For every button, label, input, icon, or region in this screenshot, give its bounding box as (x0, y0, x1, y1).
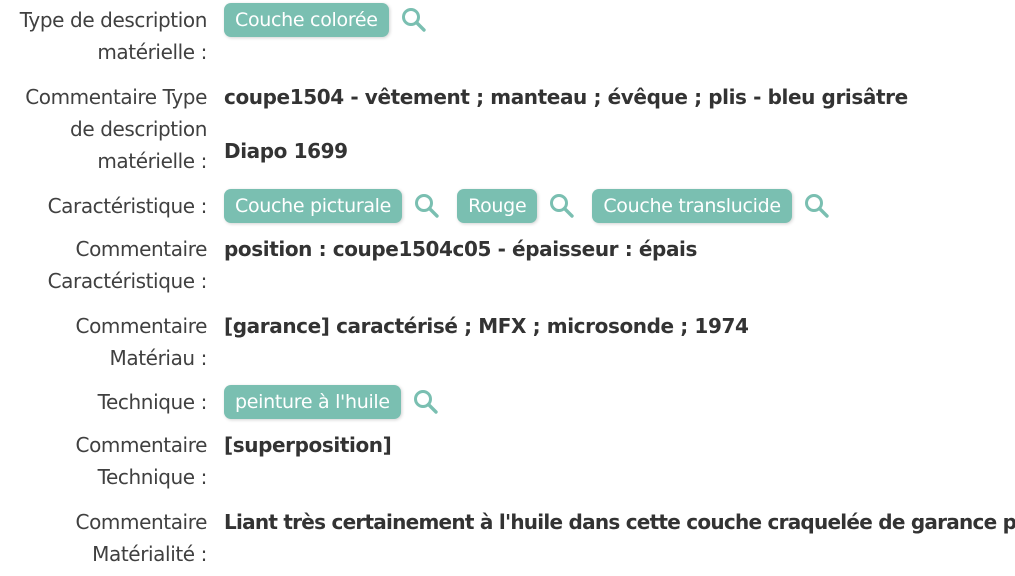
field-label: Technique : (7, 386, 208, 418)
field-value: Liant très certainement à l'huile dans c… (224, 506, 1015, 538)
field-value: Couche colorée (224, 2, 1015, 38)
field-label-text: Caractéristique : (47, 194, 208, 218)
field-label-text: Commentaire Matériau : (75, 314, 208, 370)
field-label: Commentaire Type de description matériel… (7, 81, 207, 177)
tag-list: peinture à l'huile (224, 384, 1015, 420)
field-label-text: Technique : (97, 390, 208, 414)
field-label: Commentaire Caractéristique : (17, 233, 208, 297)
field-value: peinture à l'huile (224, 384, 1015, 420)
field-label-text: Commentaire Caractéristique : (47, 237, 208, 293)
value-line: [superposition] (224, 433, 392, 457)
field-value: Couche picturale Rouge Couche translucid… (224, 188, 1015, 224)
tag-list: Couche picturale Rouge Couche translucid… (224, 188, 1015, 224)
field-label-text: Type de description matérielle : (19, 8, 208, 64)
tag-rouge[interactable]: Rouge (457, 189, 538, 223)
search-icon[interactable] (803, 192, 831, 220)
tag-couche-translucide[interactable]: Couche translucide (592, 189, 792, 223)
value-line: Liant très certainement à l'huile dans c… (224, 510, 1015, 534)
value-line: Diapo 1699 (224, 139, 348, 163)
field-value: [garance] caractérisé ; MFX ; microsonde… (224, 310, 1015, 342)
field-value: position : coupe1504c05 - épaisseur : ép… (224, 233, 1015, 265)
field-label: Commentaire Matérialité : (27, 506, 208, 570)
value-line: [garance] caractérisé ; MFX ; microsonde… (224, 314, 749, 338)
field-label: Commentaire Technique : (27, 429, 208, 493)
field-label: Commentaire Matériau : (27, 310, 208, 374)
field-label-text: Commentaire Matérialité : (75, 510, 208, 566)
field-label-text: Commentaire Type de description matériel… (25, 85, 207, 173)
field-value: coupe1504 - vêtement ; manteau ; évêque … (224, 81, 1015, 167)
search-icon[interactable] (548, 192, 576, 220)
value-line: coupe1504 - vêtement ; manteau ; évêque … (224, 85, 908, 109)
search-icon[interactable] (400, 6, 428, 34)
field-label: Caractéristique : (0, 190, 208, 222)
tag-list: Couche colorée (224, 2, 1015, 38)
search-icon[interactable] (413, 192, 441, 220)
field-value: [superposition] (224, 429, 1015, 461)
tag-couche-coloree[interactable]: Couche colorée (224, 3, 389, 37)
field-label-text: Commentaire Technique : (75, 433, 208, 489)
field-label: Type de description matérielle : (0, 4, 208, 68)
tag-peinture-huile[interactable]: peinture à l'huile (224, 385, 401, 419)
value-line: position : coupe1504c05 - épaisseur : ép… (224, 237, 697, 261)
tag-couche-picturale[interactable]: Couche picturale (224, 189, 403, 223)
search-icon[interactable] (412, 388, 440, 416)
